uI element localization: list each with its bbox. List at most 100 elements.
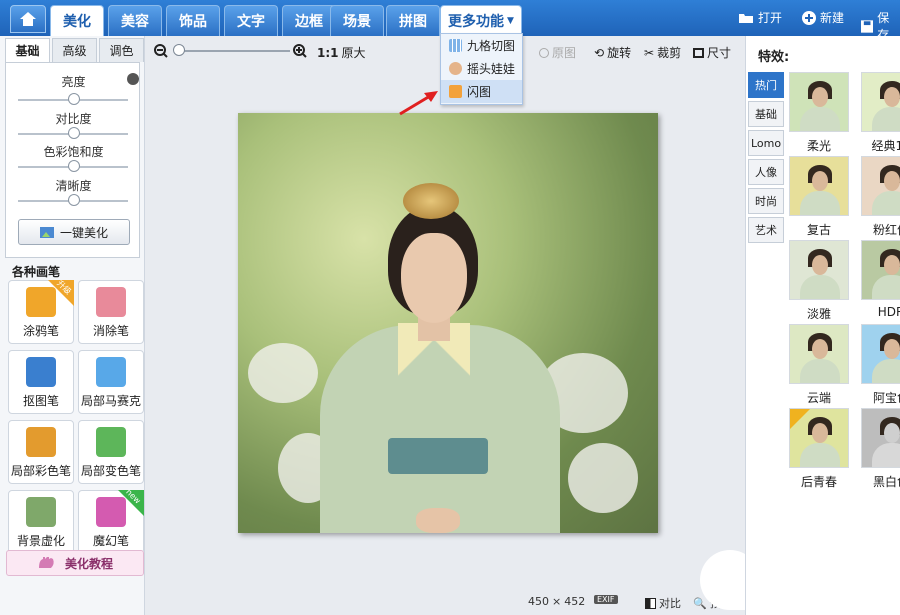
blossom-blur	[568, 443, 638, 513]
thumb-figure	[872, 275, 900, 299]
effect-thumb-hdr[interactable]	[861, 240, 900, 300]
home-button[interactable]	[10, 5, 46, 33]
thumb-figure	[884, 87, 900, 107]
contrast-slider[interactable]	[68, 127, 80, 139]
tab-text[interactable]: 文字	[224, 5, 278, 36]
one-key-beautify-button[interactable]: 一键美化	[18, 219, 130, 245]
effects-title: 特效:	[758, 50, 790, 65]
effect-thumb-bw[interactable]	[861, 408, 900, 468]
sharpness-label: 清晰度	[55, 179, 92, 193]
tab-scene[interactable]: 场景	[330, 5, 384, 36]
chevron-down-icon: ▼	[507, 16, 514, 26]
menu-item-label: 闪图	[467, 85, 492, 99]
zoom-out-icon	[154, 44, 168, 58]
exif-badge: EXIF	[594, 595, 618, 604]
brush-magic[interactable]: 魔幻笔 new	[78, 487, 144, 554]
subtab-basic[interactable]: 基础	[5, 38, 50, 62]
zoom-slider-track[interactable]	[178, 50, 290, 52]
radio-icon	[539, 47, 549, 58]
zoom-out-button[interactable]	[154, 44, 168, 58]
brush-eraser[interactable]: 消除笔	[78, 280, 144, 344]
thumb-figure	[872, 443, 900, 467]
brush-cutout[interactable]: 抠图笔	[8, 350, 74, 414]
compare-icon	[645, 597, 656, 609]
face-shape	[401, 233, 467, 323]
effect-thumb-soft-light[interactable]	[789, 72, 849, 132]
actual-size-button[interactable]: 1:1 原大	[317, 44, 366, 61]
eraser-icon	[96, 287, 126, 317]
effect-thumb-pink[interactable]	[861, 156, 900, 216]
open-label: 打开	[758, 11, 783, 25]
effect-label: 云端	[806, 391, 831, 405]
new-button[interactable]: 新建	[802, 9, 844, 26]
zoom-ratio: 1:1	[317, 45, 339, 60]
effect-category-basic[interactable]: 基础	[748, 101, 784, 127]
brush-local-recolor[interactable]: 局部变色笔	[78, 420, 144, 484]
tab-beautify[interactable]: 美化	[50, 5, 104, 36]
magic-image-icon	[39, 227, 54, 238]
rotate-button[interactable]: ⟲ 旋转	[594, 44, 631, 61]
thumb-figure	[872, 191, 900, 215]
red-arrow-annotation	[399, 91, 438, 116]
thumb-figure	[800, 275, 840, 299]
gold-badge	[790, 409, 810, 429]
subtab-advanced[interactable]: 高级	[52, 38, 97, 62]
flash-image-icon	[449, 85, 462, 98]
tab-collage[interactable]: 拼图	[386, 5, 440, 36]
effect-thumb-cloud[interactable]	[789, 324, 849, 384]
menu-item-label: 摇头娃娃	[467, 62, 516, 76]
tab-makeup[interactable]: 美容	[108, 5, 162, 36]
tab-accessories[interactable]: 饰品	[166, 5, 220, 36]
brush-doodle[interactable]: 涂鸦笔 升级	[8, 279, 74, 344]
exif-button[interactable]: EXIF	[594, 595, 618, 604]
menu-item-bobblehead[interactable]: 摇头娃娃	[441, 57, 522, 80]
tab-border[interactable]: 边框	[282, 5, 336, 36]
thumb-figure	[884, 423, 900, 443]
crop-button[interactable]: ✂ 裁剪	[644, 44, 681, 61]
zoom-slider[interactable]	[173, 44, 185, 56]
effect-label: 复古	[806, 223, 831, 237]
thumb-figure	[812, 339, 828, 359]
effect-thumb-youth[interactable]	[789, 408, 849, 468]
blur-icon	[26, 497, 56, 527]
zoom-in-button[interactable]	[293, 44, 307, 58]
tutorial-button[interactable]: 美化教程	[6, 550, 144, 576]
menu-item-nine-grid[interactable]: 九格切图	[441, 34, 522, 57]
effect-thumb-classic[interactable]	[861, 72, 900, 132]
times-sign: ×	[552, 595, 562, 608]
tab-more-features[interactable]: 更多功能 ▼	[440, 5, 522, 36]
basic-adjust-box: 亮度 对比度 色彩饱和度 清晰度 一键美化	[5, 62, 140, 258]
more-features-label: 更多功能	[448, 14, 505, 30]
thumb-figure	[872, 107, 900, 131]
effect-thumb-retro[interactable]	[789, 156, 849, 216]
compare-button[interactable]: 对比	[645, 595, 681, 611]
brush-local-color[interactable]: 局部彩色笔	[8, 420, 74, 484]
subtab-color[interactable]: 调色	[99, 38, 144, 62]
sharpness-slider[interactable]	[68, 194, 80, 206]
brush-background-blur[interactable]: 背景虚化	[8, 490, 74, 554]
effect-thumb-elegant[interactable]	[789, 240, 849, 300]
effect-category-art[interactable]: 艺术	[748, 217, 784, 243]
effect-category-hot[interactable]: 热门	[748, 72, 784, 98]
hands-shape	[416, 508, 460, 533]
effect-category-fashion[interactable]: 时尚	[748, 188, 784, 214]
blossom-blur	[248, 343, 318, 403]
saturation-slider[interactable]	[68, 160, 80, 172]
brightness-slider[interactable]	[68, 93, 80, 105]
original-size-label: 原大	[341, 46, 366, 60]
original-image-button[interactable]: 原图	[539, 44, 576, 61]
brush-mosaic[interactable]: 局部马赛克	[78, 350, 144, 414]
effect-category-portrait[interactable]: 人像	[748, 159, 784, 185]
effects-panel: 特效: 热门 基础 Lomo 人像 时尚 艺术 柔光 经典1o 复古 粉红佳 淡…	[745, 36, 900, 615]
effect-category-lomo[interactable]: Lomo	[748, 130, 784, 156]
magnifier-icon: 🔍	[693, 596, 707, 610]
brush-label: 抠图笔	[22, 394, 59, 408]
menu-item-flash-image[interactable]: 闪图	[441, 80, 522, 103]
thumb-figure	[872, 359, 900, 383]
brush-label: 局部彩色笔	[10, 464, 71, 478]
menu-item-label: 九格切图	[467, 39, 516, 53]
photo-preview[interactable]	[238, 113, 658, 533]
open-button[interactable]: 打开	[738, 9, 782, 26]
resize-button[interactable]: 尺寸	[693, 44, 731, 61]
effect-thumb-abao[interactable]	[861, 324, 900, 384]
